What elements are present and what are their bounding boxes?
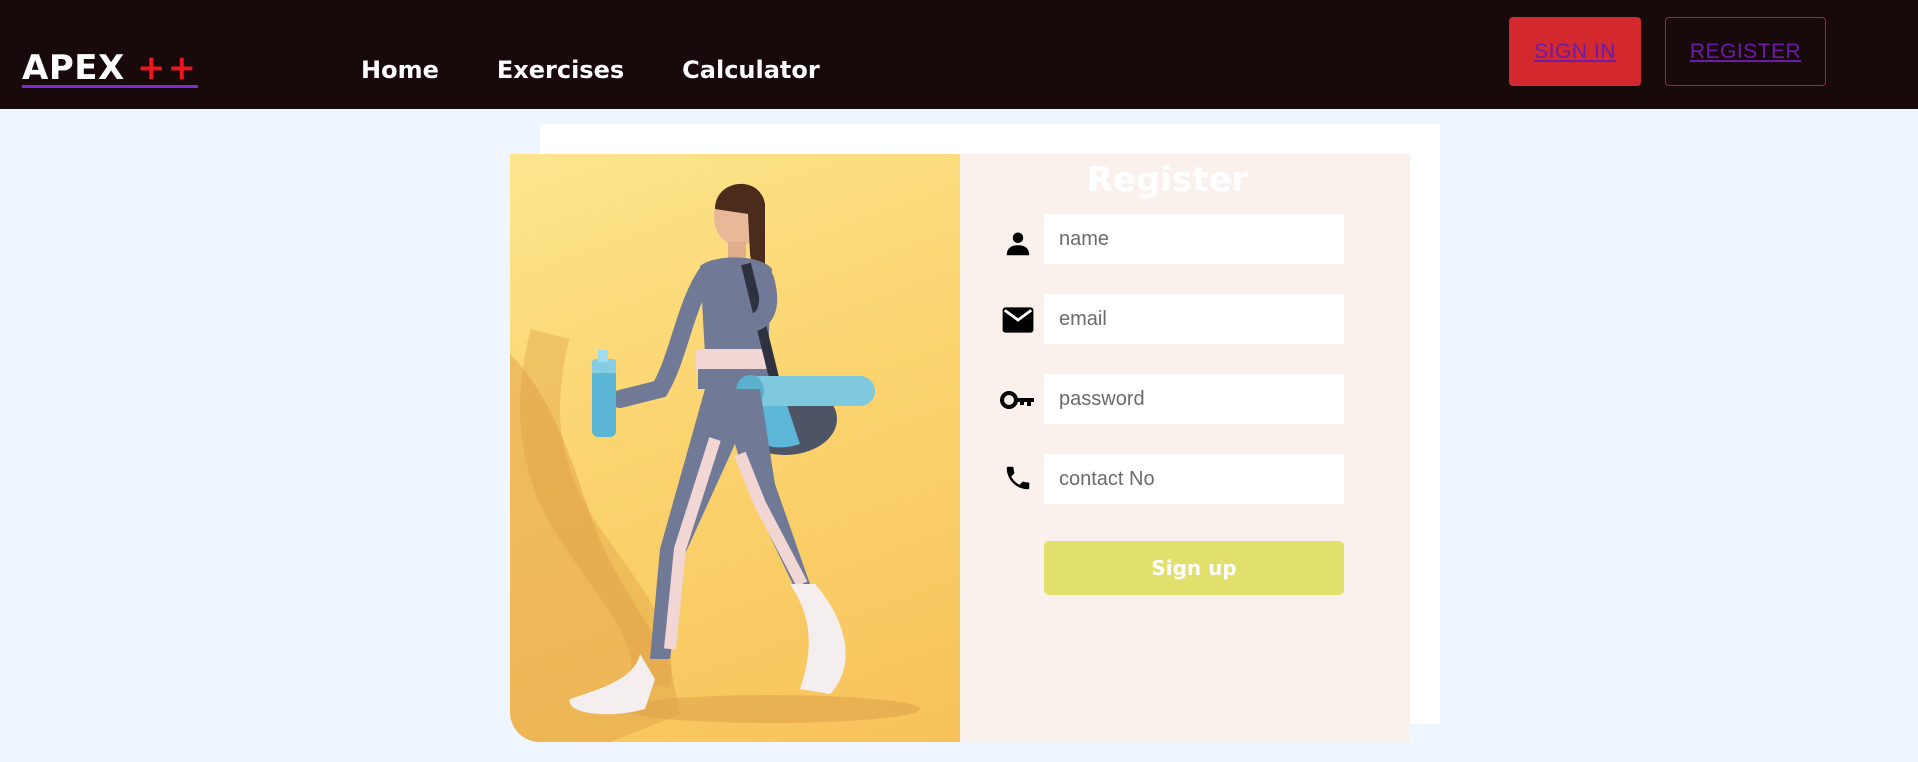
logo-text: APEX: [22, 48, 125, 88]
contact-number-input[interactable]: [1044, 454, 1344, 504]
logo[interactable]: APEX ++: [22, 48, 198, 88]
fitness-woman-illustration: [510, 183, 920, 742]
key-icon: [998, 380, 1038, 420]
logo-plus: ++: [137, 48, 198, 88]
nav-links: Home Exercises Calculator: [361, 56, 820, 84]
password-input[interactable]: [1044, 374, 1344, 424]
phone-icon: [998, 458, 1038, 498]
email-input[interactable]: [1044, 294, 1344, 344]
register-button[interactable]: REGISTER: [1665, 17, 1826, 86]
sign-in-button[interactable]: SIGN IN: [1509, 17, 1641, 86]
person-icon: [998, 224, 1038, 264]
register-form: Register Sign up: [960, 154, 1410, 742]
mail-icon: [998, 300, 1038, 340]
nav-link-exercises[interactable]: Exercises: [497, 56, 624, 84]
nav-link-calculator[interactable]: Calculator: [682, 56, 820, 84]
fitness-woman-photo: [510, 154, 960, 742]
nav-link-home[interactable]: Home: [361, 56, 439, 84]
name-input[interactable]: [1044, 214, 1344, 264]
navbar: APEX ++ Home Exercises Calculator SIGN I…: [0, 0, 1918, 109]
sign-up-button[interactable]: Sign up: [1044, 541, 1344, 595]
form-title: Register: [1086, 160, 1249, 200]
